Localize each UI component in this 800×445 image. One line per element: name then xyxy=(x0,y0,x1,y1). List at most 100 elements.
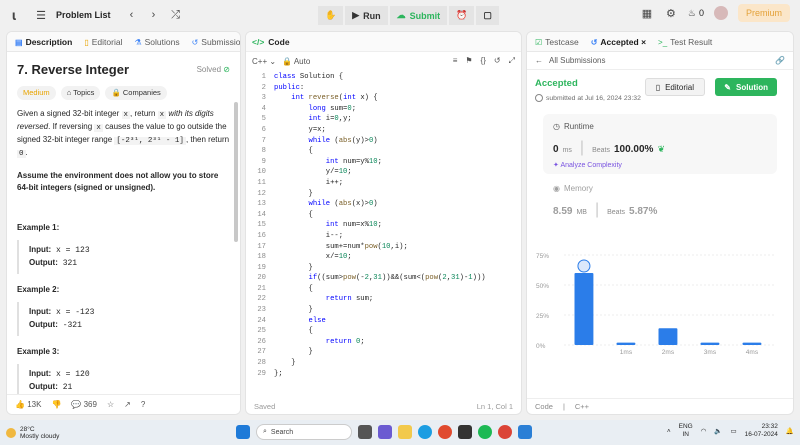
clock[interactable]: 23:32 16-07-2024 xyxy=(745,423,778,439)
file-explorer-icon[interactable] xyxy=(398,425,412,439)
mode-label: Auto xyxy=(293,56,311,66)
stmt-code-x2: x xyxy=(157,111,167,119)
wifi-icon[interactable]: ◠ xyxy=(701,427,707,435)
editorial-button[interactable]: ▯ Editorial xyxy=(644,78,705,96)
example-box: Input: x = -123 Output: -321 xyxy=(17,302,230,336)
bar-2ms[interactable] xyxy=(658,328,678,345)
prev-problem-icon[interactable]: ‹ xyxy=(125,8,139,22)
dislike-button[interactable]: 👎 xyxy=(51,400,61,409)
memory-beats: 5.87% xyxy=(629,206,658,217)
submit-label: Submit xyxy=(409,10,441,21)
bookmark-icon[interactable]: ⚑ xyxy=(465,56,472,66)
help-button[interactable]: ? xyxy=(141,400,145,409)
memory-card[interactable]: ◉ Memory 8.59 MB | Beats 5.87% xyxy=(543,184,777,219)
code-area[interactable]: 1 class Solution { 2 public: 3 int reverse… xyxy=(246,73,521,380)
braces-icon[interactable]: {} xyxy=(481,56,486,66)
share-button[interactable]: ↗ xyxy=(124,400,131,409)
premium-button[interactable]: Premium xyxy=(737,4,790,22)
app-icon[interactable] xyxy=(438,425,452,439)
runtime-card[interactable]: ◷ Runtime 0 ms | Beats 100.00% ❦ ✦ Analyz… xyxy=(543,114,777,174)
notes-button[interactable]: ▢ xyxy=(476,6,499,25)
tab-testcase[interactable]: ☑ Testcase xyxy=(535,37,579,47)
tab-editorial[interactable]: ▯ Editorial xyxy=(84,37,122,47)
chrome-icon[interactable] xyxy=(498,425,512,439)
comments-button[interactable]: 💬 369 xyxy=(71,400,97,409)
like-button[interactable]: 👍 13K xyxy=(15,400,41,409)
taskbar-search[interactable]: ⌕ Search xyxy=(256,424,352,440)
next-problem-icon[interactable]: › xyxy=(147,8,161,22)
notification-icon[interactable]: 🔔 xyxy=(786,427,794,435)
spotify-icon[interactable] xyxy=(478,425,492,439)
leetcode-logo-icon[interactable]: ɩ xyxy=(12,7,26,23)
book-icon: ▯ xyxy=(655,82,661,92)
description-scrollbar[interactable] xyxy=(234,102,238,242)
tab-solutions[interactable]: ⚗ Solutions xyxy=(134,37,179,47)
code-line: 22 return sum; xyxy=(257,295,374,304)
shuffle-icon[interactable]: ⤮ xyxy=(169,8,183,22)
lang-primary: ENG xyxy=(678,423,693,430)
close-icon[interactable]: × xyxy=(641,37,646,47)
avatar[interactable] xyxy=(713,6,728,20)
autocomplete-toggle[interactable]: 🔒 Auto xyxy=(282,57,310,66)
bar-4ms[interactable] xyxy=(742,342,762,345)
bar-1ms[interactable] xyxy=(616,342,636,345)
timer-button[interactable]: ⏰ xyxy=(449,6,475,25)
tab-description[interactable]: ▤ Description xyxy=(15,37,72,47)
reset-icon[interactable]: ↺ xyxy=(494,56,501,66)
language-tab[interactable]: C++ xyxy=(575,402,589,411)
example-output: -321 xyxy=(62,321,82,330)
example-box: Input: x = 120 Output: 21 xyxy=(17,364,230,398)
back-arrow-icon[interactable]: ← xyxy=(535,56,543,65)
memory-values: 8.59 MB | Beats 5.87% xyxy=(553,201,767,219)
analyze-complexity-link[interactable]: ✦ Analyze Complexity xyxy=(553,161,767,169)
problem-list-icon[interactable]: ☰ xyxy=(34,8,48,22)
store-icon[interactable] xyxy=(458,425,472,439)
divider: | xyxy=(579,139,585,156)
layout-grid-icon[interactable]: ▦ xyxy=(640,6,654,20)
divider: | xyxy=(562,402,565,411)
problem-list-link[interactable]: Problem List xyxy=(56,10,111,20)
run-button[interactable]: ▶ Run xyxy=(345,6,388,25)
bar-0ms[interactable] xyxy=(574,273,594,345)
vscode-icon[interactable] xyxy=(518,425,532,439)
fullscreen-icon[interactable]: ⤢ xyxy=(509,56,515,66)
topics-label: Topics xyxy=(73,88,95,97)
streak-counter[interactable]: ♨ 0 xyxy=(688,8,704,19)
weather-widget[interactable]: 28°C Mostly cloudy xyxy=(0,426,59,440)
edge-icon[interactable] xyxy=(418,425,432,439)
settings-icon[interactable]: ⚙ xyxy=(664,6,678,20)
debug-button[interactable]: ✋ xyxy=(318,6,344,25)
submit-button[interactable]: ☁ Submit xyxy=(389,6,448,25)
example-heading: Example 2: xyxy=(17,285,60,294)
stmt-text-f: , then return xyxy=(185,135,230,144)
language-select[interactable]: C++ ⌄ xyxy=(252,57,276,66)
task-view-icon[interactable] xyxy=(358,425,372,439)
companies-chip[interactable]: 🔒 Companies xyxy=(105,86,167,100)
teams-icon[interactable] xyxy=(378,425,392,439)
code-tab[interactable]: Code xyxy=(535,402,553,411)
debug-icon: ✋ xyxy=(325,10,337,20)
search-icon: ⌕ xyxy=(263,428,267,435)
battery-icon[interactable]: ▭ xyxy=(731,427,737,435)
example-output-row: Output: 21 xyxy=(29,381,230,394)
editor-toolbar: C++ ⌄ 🔒 Auto ≡ ⚑ {} ↺ ⤢ xyxy=(246,52,521,70)
bar-3ms[interactable] xyxy=(700,342,720,345)
tab-accepted[interactable]: ↺ Accepted × xyxy=(591,37,646,47)
menu-icon[interactable]: ≡ xyxy=(453,56,458,66)
volume-icon[interactable]: 🔈 xyxy=(714,427,722,435)
runtime-distribution-chart[interactable]: 75% 50% 25% 0% 1ms 2ms 3ms 4ms xyxy=(534,245,780,365)
windows-start-icon[interactable] xyxy=(236,425,250,439)
link-icon[interactable]: 🔗 xyxy=(775,56,785,65)
favorite-button[interactable]: ☆ xyxy=(107,400,114,409)
chevron-down-icon: ⌄ xyxy=(269,56,277,66)
topics-chip[interactable]: ⌂ Topics xyxy=(60,86,101,100)
tab-submissions[interactable]: ↺ Submissio xyxy=(192,37,240,47)
flask-icon: ⚗ xyxy=(134,37,142,47)
difficulty-chip[interactable]: Medium xyxy=(17,86,56,100)
save-status: Saved xyxy=(254,401,276,411)
all-submissions-link[interactable]: All Submissions xyxy=(549,56,605,65)
solution-button[interactable]: ✎ Solution xyxy=(715,78,777,96)
language-indicator[interactable]: ENG IN xyxy=(679,423,693,439)
chevron-up-icon[interactable]: ˄ xyxy=(667,428,671,435)
tab-test-result[interactable]: >_ Test Result xyxy=(658,37,712,47)
